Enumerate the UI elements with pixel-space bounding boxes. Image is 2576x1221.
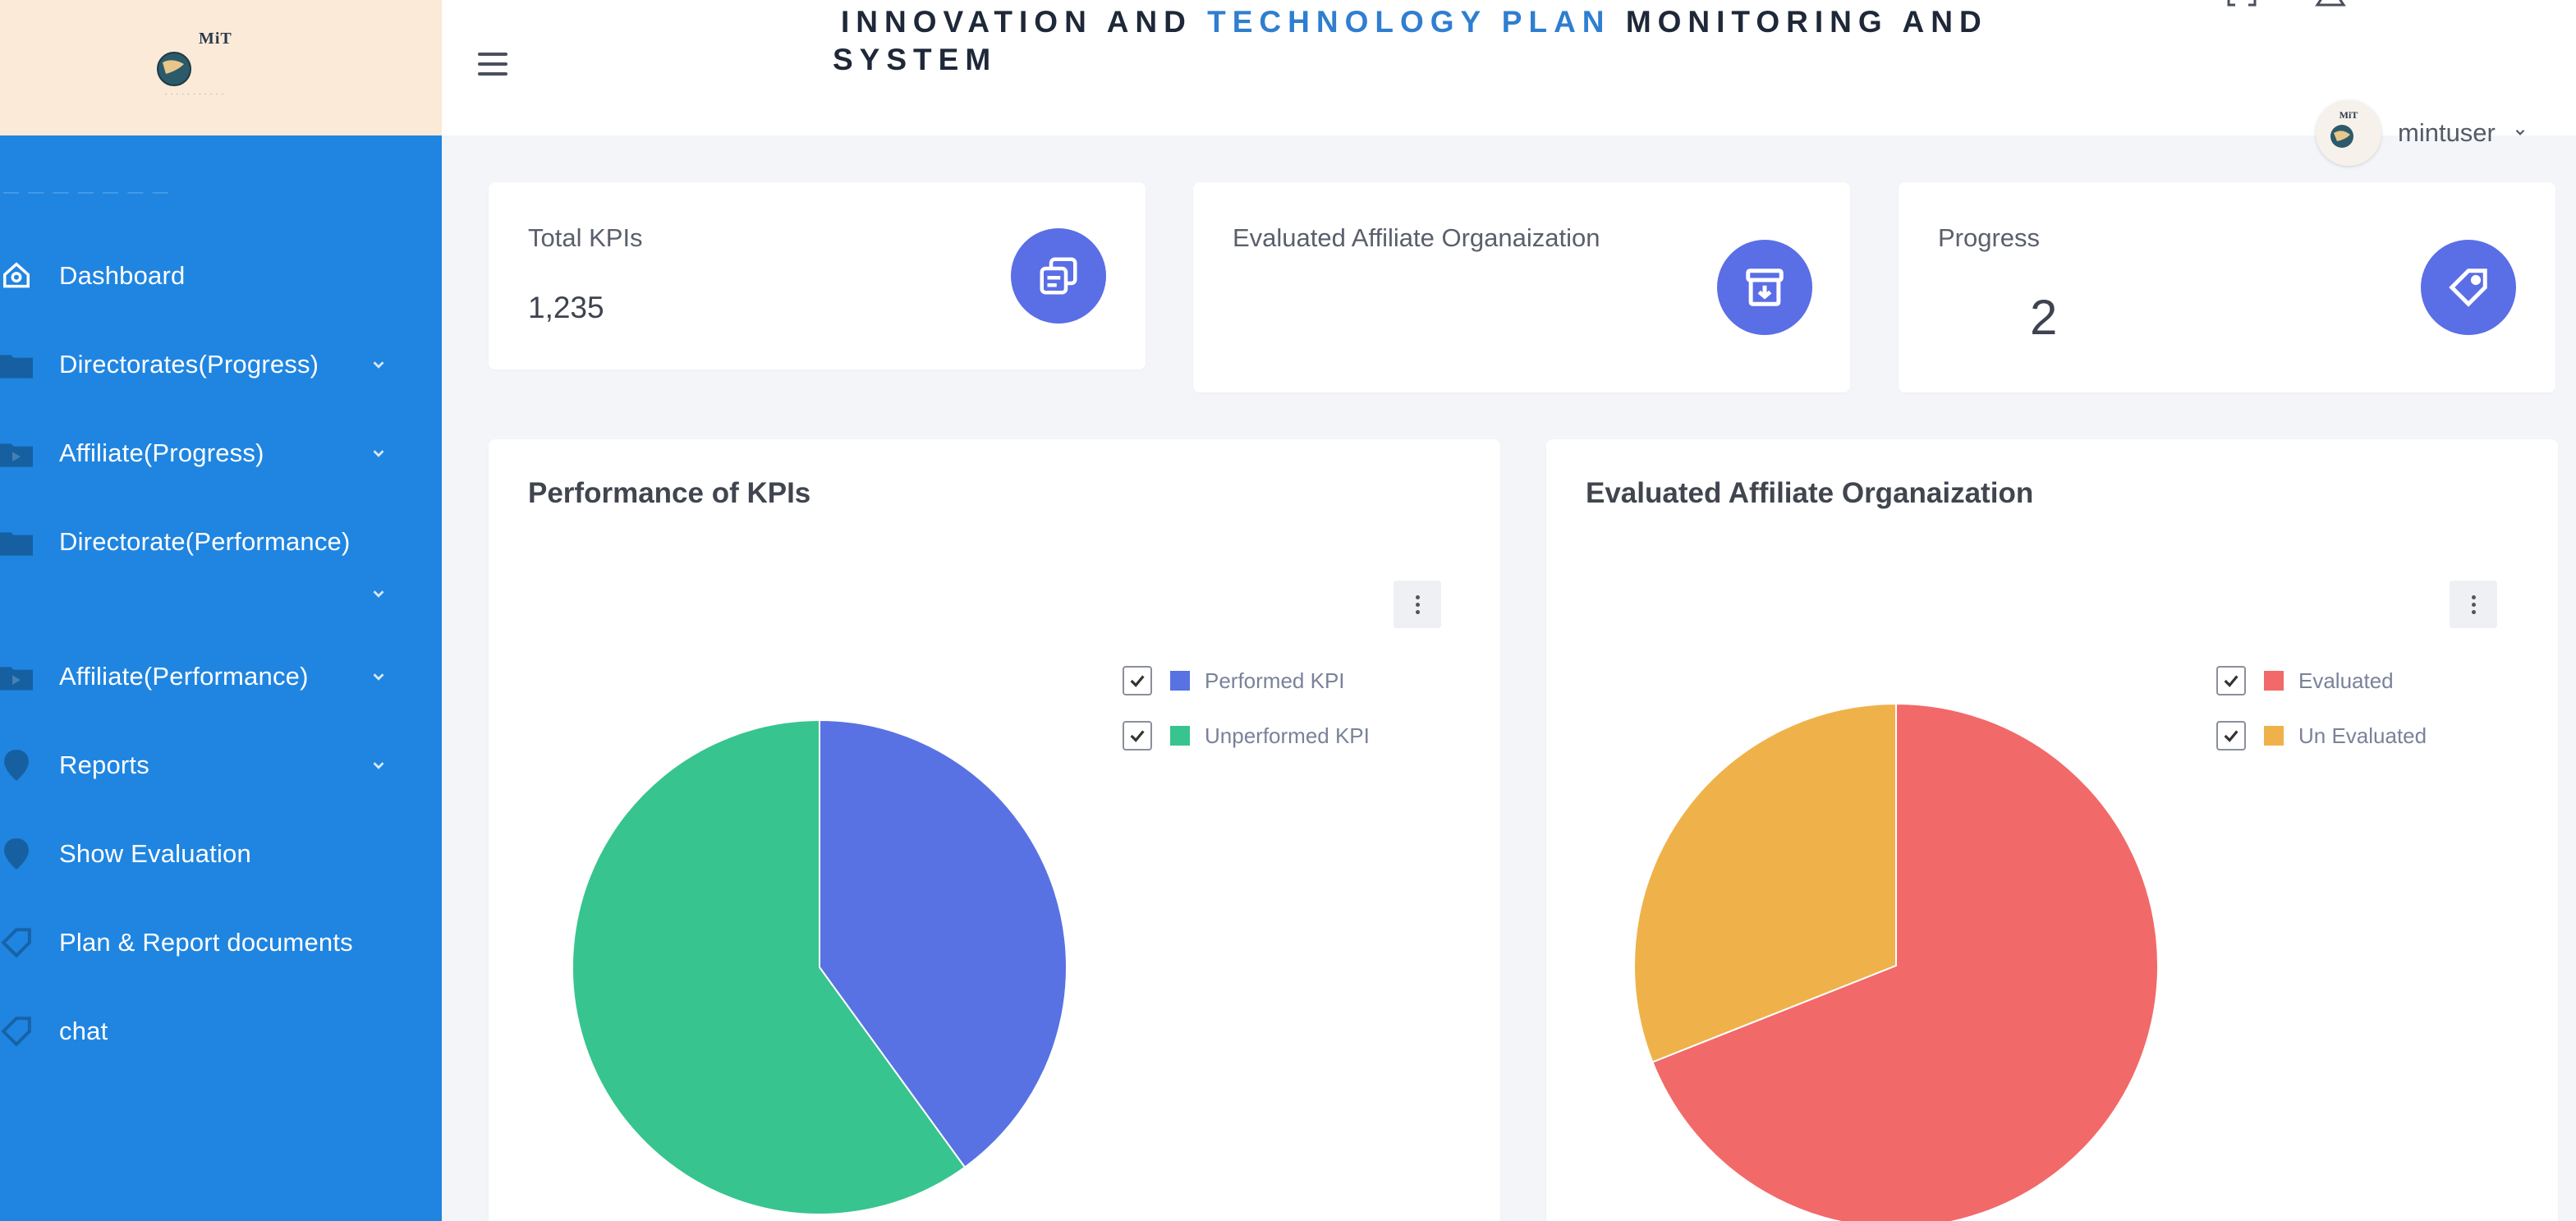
stat-card-progress: Progress 2 xyxy=(1899,182,2555,392)
username: mintuser xyxy=(2398,118,2496,147)
legend-label: Evaluated xyxy=(2298,668,2394,693)
chevron-down-icon xyxy=(373,450,384,457)
stat-label: Total KPIs xyxy=(528,223,643,252)
legend-item-un-evaluated[interactable]: Un Evaluated xyxy=(2216,719,2427,752)
sidebar-item-label: Directorates(Progress) xyxy=(59,350,319,379)
logo-text: MiT xyxy=(199,30,232,48)
stat-card-evaluated-affiliate: Evaluated Affiliate Organaization xyxy=(1193,182,1850,392)
sidebar-item-label: Directorate(Performance) xyxy=(59,527,351,556)
sidebar-item-affiliate-performance[interactable]: Affiliate(Performance) xyxy=(0,654,442,700)
sidebar-item-label: Reports xyxy=(59,751,149,779)
checkbox-checked-icon[interactable] xyxy=(2216,721,2246,751)
folder-video-icon xyxy=(0,660,33,693)
legend-swatch xyxy=(1170,671,1190,691)
tag-icon xyxy=(0,1015,33,1048)
copy-icon xyxy=(1011,228,1106,324)
sidebar-item-label: Show Evaluation xyxy=(59,839,251,868)
fullscreen-icon[interactable] xyxy=(2225,0,2258,13)
topbar: INNOVATION AND TECHNOLOGY PLAN MONITORIN… xyxy=(442,0,2576,166)
chart-menu-button[interactable] xyxy=(1394,581,1441,628)
sidebar-item-label: Dashboard xyxy=(59,261,186,290)
chart-card-evaluated-affiliate: Evaluated Affiliate Organaization Evalua… xyxy=(1546,439,2558,1221)
stat-value: 1,235 xyxy=(528,291,604,324)
sidebar-item-chat[interactable]: chat xyxy=(0,1008,442,1054)
chevron-down-icon xyxy=(2515,129,2525,135)
chart-menu-button[interactable] xyxy=(2450,581,2497,628)
logo-area: MiT · · · · · · · · · · · xyxy=(0,0,442,135)
sidebar-item-directorate-performance[interactable]: Directorate(Performance) xyxy=(0,519,442,565)
tag-icon xyxy=(0,926,33,959)
legend-swatch xyxy=(2264,671,2284,691)
chevron-down-icon xyxy=(373,673,384,681)
avatar[interactable]: MiT xyxy=(2316,100,2381,166)
svg-text:MiT: MiT xyxy=(2340,109,2358,121)
app-title: INNOVATION AND TECHNOLOGY PLAN MONITORIN… xyxy=(833,3,2155,76)
title-part: MONITORING AND xyxy=(1610,5,1988,39)
checkbox-checked-icon[interactable] xyxy=(2216,666,2246,695)
location-pin-icon xyxy=(0,838,33,870)
legend-swatch xyxy=(1170,726,1190,746)
legend-label: Un Evaluated xyxy=(2298,723,2427,748)
chevron-down-icon[interactable] xyxy=(370,585,388,603)
more-vertical-icon xyxy=(1415,594,1420,616)
sidebar-item-label: Plan & Report documents xyxy=(59,928,353,957)
chevron-down-icon xyxy=(373,361,384,369)
sidebar-item-label: Affiliate(Performance) xyxy=(59,662,309,691)
chart-title: Performance of KPIs xyxy=(528,477,811,509)
legend-label: Unperformed KPI xyxy=(1205,723,1370,748)
brand-logo[interactable]: MiT · · · · · · · · · · · xyxy=(141,25,256,115)
logo-caption: · · · · · · · · · · · xyxy=(164,90,225,98)
home-icon xyxy=(0,259,33,292)
title-part-highlight: TECHNOLOGY PLAN xyxy=(1207,5,1611,39)
folder-icon xyxy=(0,526,33,558)
legend-label: Performed KPI xyxy=(1205,668,1345,693)
chart-card-performance-kpis: Performance of KPIs Performed KPI Unperf… xyxy=(489,439,1500,1221)
title-part: INNOVATION AND xyxy=(841,5,1208,39)
chart-title: Evaluated Affiliate Organaization xyxy=(1586,477,2034,509)
sidebar-item-reports[interactable]: Reports xyxy=(0,742,442,788)
sidebar: MiT · · · · · · · · · · · — — — — — — — … xyxy=(0,0,442,1221)
nav-heading: — — — — — — — xyxy=(3,184,171,201)
legend-swatch xyxy=(2264,726,2284,746)
title-line-2: SYSTEM xyxy=(833,43,998,76)
archive-download-icon xyxy=(1717,240,1812,335)
sidebar-item-show-evaluation[interactable]: Show Evaluation xyxy=(0,831,442,877)
checkbox-checked-icon[interactable] xyxy=(1123,666,1152,695)
menu-toggle-icon[interactable] xyxy=(478,51,509,77)
price-tag-icon xyxy=(2421,240,2516,335)
location-pin-icon xyxy=(0,749,33,782)
pie-chart-evaluated xyxy=(1633,702,2159,1221)
legend-item-evaluated[interactable]: Evaluated xyxy=(2216,664,2394,697)
dashboard-page: MiT · · · · · · · · · · · — — — — — — — … xyxy=(0,0,2576,1221)
sidebar-item-affiliate-progress[interactable]: Affiliate(Progress) xyxy=(0,430,442,476)
sidebar-item-directorates-progress[interactable]: Directorates(Progress) xyxy=(0,342,442,388)
folder-video-icon xyxy=(0,437,33,470)
stat-card-total-kpis: Total KPIs 1,235 xyxy=(489,182,1146,370)
stat-label: Evaluated Affiliate Organaization xyxy=(1233,223,1600,252)
legend-item-performed-kpi[interactable]: Performed KPI xyxy=(1123,664,1345,697)
folder-icon xyxy=(0,348,33,381)
bell-icon[interactable] xyxy=(2314,0,2347,11)
sidebar-item-dashboard[interactable]: Dashboard xyxy=(0,253,442,299)
checkbox-checked-icon[interactable] xyxy=(1123,721,1152,751)
sidebar-item-label: chat xyxy=(59,1017,108,1045)
pie-chart-performance xyxy=(572,718,1068,1215)
sidebar-item-label: Affiliate(Progress) xyxy=(59,438,264,467)
stat-value: 2 xyxy=(2030,290,2058,345)
legend-item-unperformed-kpi[interactable]: Unperformed KPI xyxy=(1123,719,1370,752)
globe-icon xyxy=(157,52,191,86)
more-vertical-icon xyxy=(2471,594,2476,616)
stat-label: Progress xyxy=(1938,223,2041,252)
chevron-down-icon xyxy=(373,762,384,769)
sidebar-item-plan-report-documents[interactable]: Plan & Report documents xyxy=(0,920,442,966)
